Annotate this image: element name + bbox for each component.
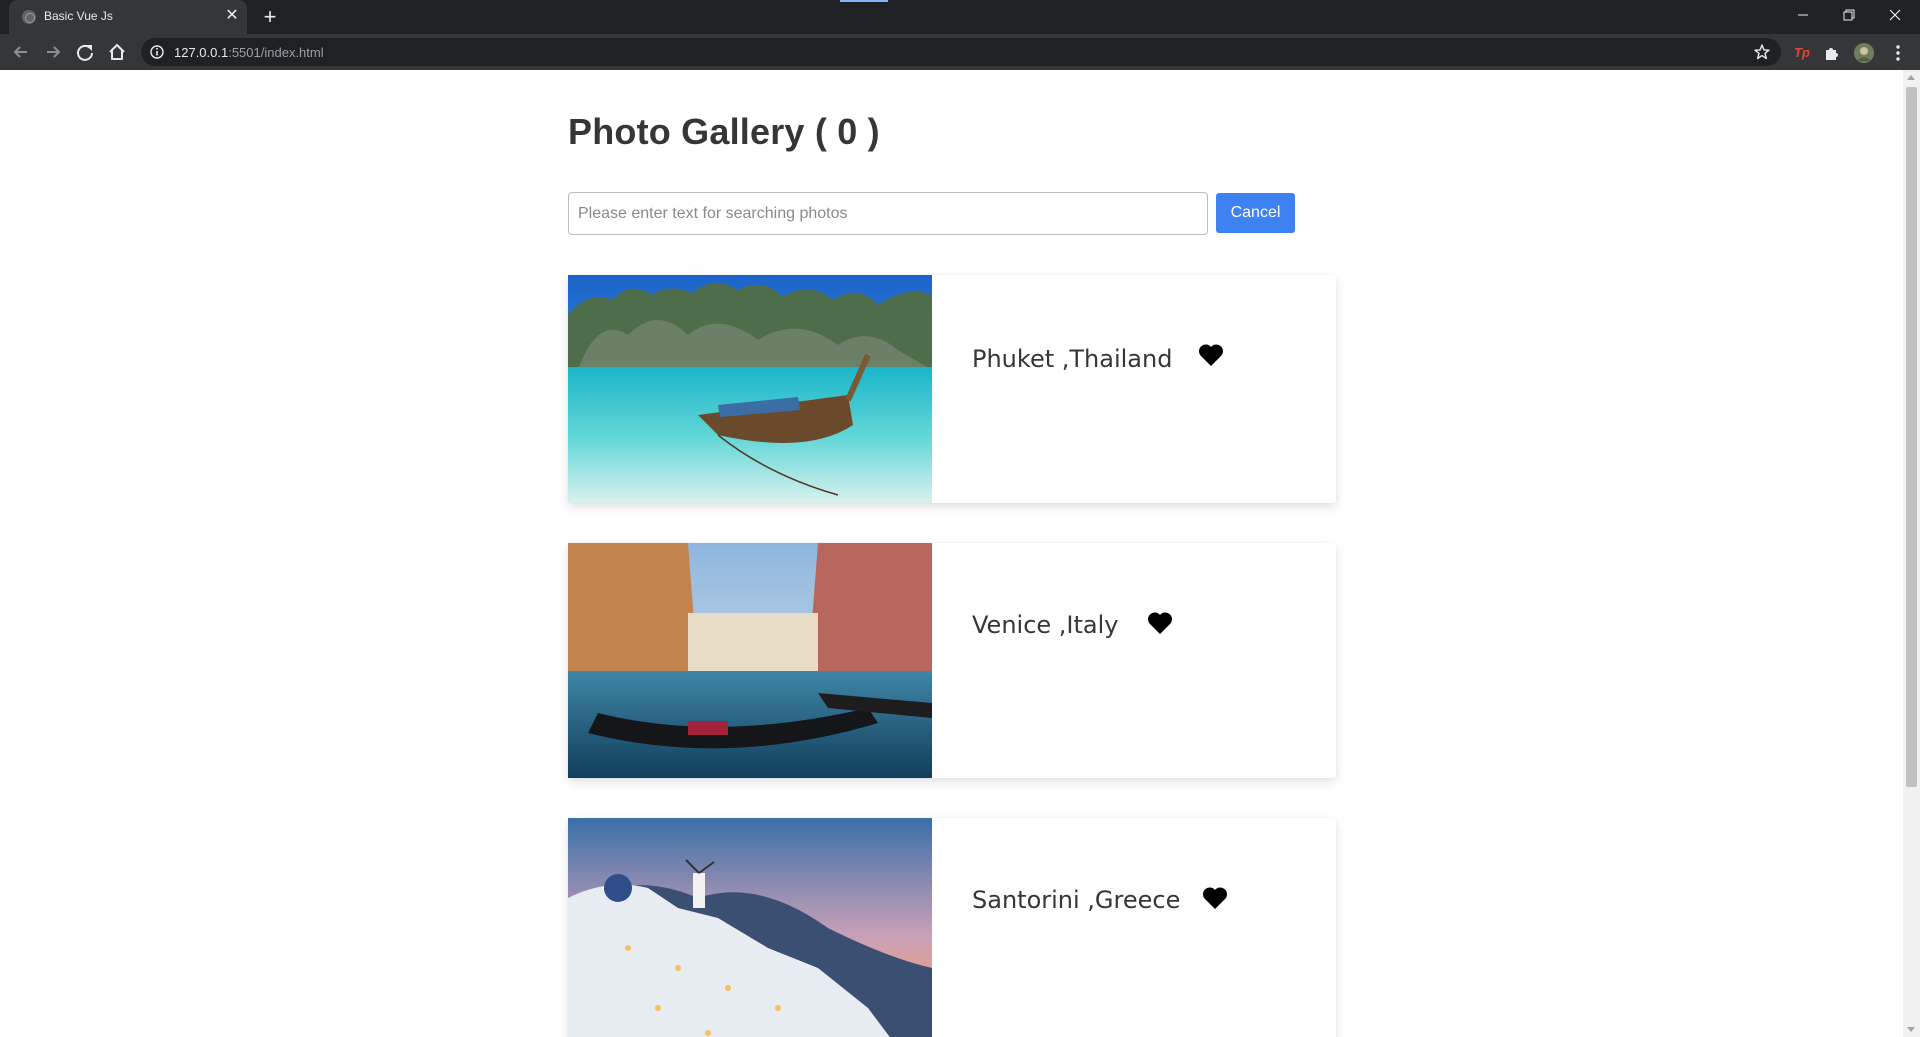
- url-path: :5501/index.html: [228, 45, 324, 60]
- tp-extension-icon[interactable]: Tp: [1792, 43, 1812, 63]
- heart-icon[interactable]: [1198, 343, 1224, 367]
- tab-close-icon[interactable]: ✕: [223, 7, 241, 25]
- window-close-icon[interactable]: [1872, 0, 1918, 30]
- page-scrollbar[interactable]: [1903, 70, 1920, 1037]
- photo-card: Phuket ,Thailand: [568, 275, 1336, 503]
- photo-image-phuket: [568, 275, 932, 503]
- photo-image-venice: [568, 543, 932, 778]
- url-host: 127.0.0.1: [174, 45, 229, 60]
- menu-icon[interactable]: [1888, 43, 1908, 63]
- page-title: Photo Gallery ( 0 ): [568, 111, 880, 152]
- window-minimize-icon[interactable]: [1780, 0, 1826, 30]
- photo-card: Venice ,Italy: [568, 543, 1336, 778]
- back-icon[interactable]: [8, 39, 34, 65]
- scroll-up-arrow-icon[interactable]: [1907, 75, 1915, 80]
- heart-icon[interactable]: [1147, 611, 1173, 635]
- globe-icon: [22, 10, 36, 24]
- heart-icon[interactable]: [1202, 886, 1228, 910]
- new-tab-plus-icon[interactable]: +: [258, 5, 282, 29]
- puzzle-icon[interactable]: [1822, 43, 1842, 63]
- search-input[interactable]: [568, 192, 1208, 235]
- browser-toolbar: 127.0.0.1:5501/index.html Tp: [0, 34, 1920, 70]
- photo-card: Santorini ,Greece: [568, 818, 1336, 1037]
- photo-place-label: Venice ,Italy: [972, 611, 1119, 639]
- address-bar[interactable]: 127.0.0.1:5501/index.html: [141, 38, 1781, 66]
- home-icon[interactable]: [104, 39, 130, 65]
- info-icon[interactable]: [150, 45, 164, 59]
- reload-icon[interactable]: [72, 39, 98, 65]
- url-text: 127.0.0.1:5501/index.html: [174, 45, 324, 60]
- tab-title: Basic Vue Js: [44, 9, 113, 23]
- tab-strip-accent: [840, 0, 888, 2]
- window-restore-icon[interactable]: [1826, 0, 1872, 30]
- profile-avatar[interactable]: [1854, 43, 1874, 63]
- browser-tab-active[interactable]: Basic Vue Js ✕: [9, 0, 247, 34]
- page-viewport: Photo Gallery ( 0 ) Cancel: [0, 70, 1920, 1037]
- cancel-button[interactable]: Cancel: [1216, 193, 1295, 233]
- browser-tab-strip: Basic Vue Js ✕ +: [0, 0, 1920, 34]
- scroll-down-arrow-icon[interactable]: [1907, 1027, 1915, 1032]
- forward-icon[interactable]: [40, 39, 66, 65]
- scroll-thumb[interactable]: [1906, 87, 1917, 787]
- photo-image-santorini: [568, 818, 932, 1037]
- photo-place-label: Phuket ,Thailand: [972, 345, 1173, 373]
- photo-place-label: Santorini ,Greece: [972, 886, 1181, 914]
- star-icon[interactable]: [1753, 43, 1771, 61]
